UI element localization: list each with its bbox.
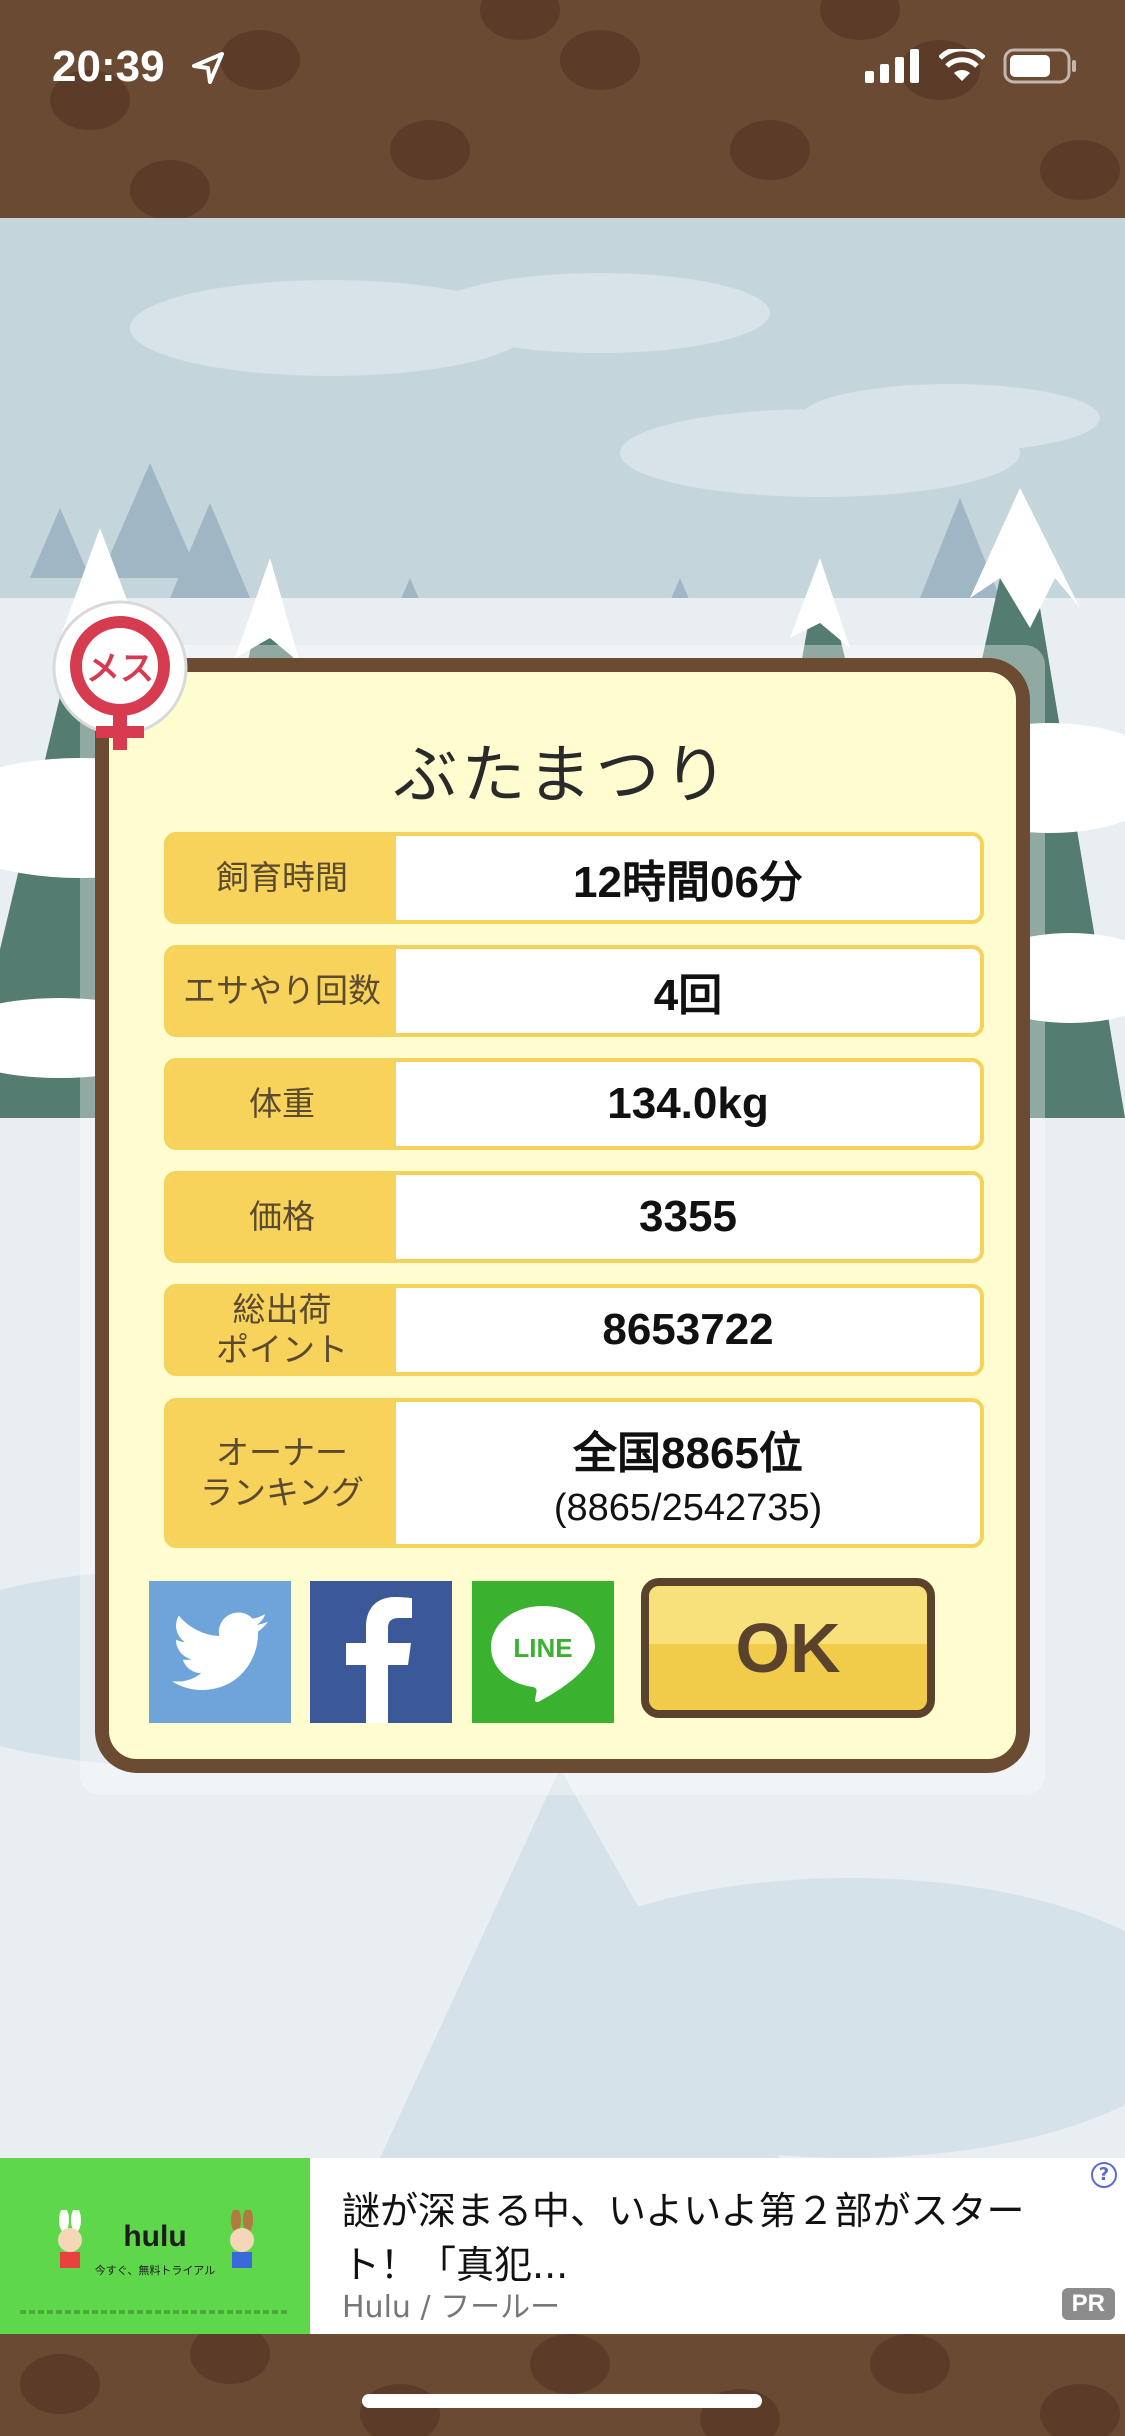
ad-headline[interactable]: 謎が深まる中、いよいよ第２部がスタート！「真犯...: [342, 2184, 1042, 2292]
stat-label: エサやり回数: [168, 949, 396, 1033]
twitter-share-button[interactable]: [149, 1581, 291, 1723]
battery-icon: [1003, 48, 1076, 84]
gender-label: メス: [86, 649, 154, 689]
stat-value: 全国8865位 (8865/2542735): [553, 1428, 823, 1529]
status-bar: 20:39: [0, 0, 1125, 218]
stat-label: オーナー ランキング: [168, 1402, 396, 1544]
line-logo-text: LINE: [513, 1633, 572, 1663]
stat-value: 12時間06分: [573, 858, 803, 907]
location-arrow-icon: [192, 52, 224, 84]
stat-value: 4回: [653, 971, 723, 1020]
dialog-title: ぶたまつり: [393, 739, 732, 813]
stat-label: 価格: [168, 1175, 396, 1259]
ranking-detail: (8865/2542735): [553, 1486, 823, 1529]
stat-row-feeding-time: 飼育時間 12時間06分: [164, 832, 984, 924]
cellular-signal-icon: [865, 49, 919, 83]
line-icon: LINE: [491, 1606, 595, 1703]
stat-value: 3355: [639, 1192, 737, 1241]
stat-row-shipping-points: 総出荷 ポイント 8653722: [164, 1284, 984, 1376]
twitter-icon: [172, 1612, 268, 1690]
line-share-button[interactable]: LINE: [472, 1581, 614, 1723]
background-pattern: [50, 0, 1120, 218]
stat-label: 体重: [168, 1062, 396, 1146]
ad-pr-badge: PR: [1061, 2288, 1115, 2320]
bottom-bar: [0, 2334, 1125, 2436]
stat-row-owner-ranking: オーナー ランキング 全国8865位 (8865/2542735): [164, 1398, 984, 1548]
facebook-share-button[interactable]: [310, 1581, 452, 1723]
status-icons: [865, 48, 1077, 84]
background-pattern: [20, 2334, 1120, 2436]
ad-brand-logo: hulu: [123, 2220, 187, 2253]
stat-label: 飼育時間: [168, 836, 396, 920]
ok-button[interactable]: OK: [641, 1578, 935, 1718]
facebook-icon: [346, 1597, 412, 1723]
stat-row-feed-count: エサやり回数 4回: [164, 945, 984, 1037]
ad-tagline: 今すぐ、無料トライアル: [94, 2264, 216, 2277]
ad-banner[interactable]: hulu 今すぐ、無料トライアル 謎が深まる中、いよいよ第２部がスタート！「真犯…: [0, 2158, 1125, 2334]
stat-value: 134.0kg: [607, 1079, 769, 1128]
result-dialog: ぶたまつり 飼育時間 12時間06分 エサやり回数 4回 体重 134.0kg …: [95, 658, 1030, 1773]
ad-fine-print: [20, 2310, 290, 2314]
wifi-icon: [939, 49, 985, 81]
ad-image[interactable]: hulu 今すぐ、無料トライアル: [0, 2158, 310, 2334]
stat-row-weight: 体重 134.0kg: [164, 1058, 984, 1150]
home-indicator[interactable]: [362, 2394, 762, 2408]
stat-value: 8653722: [602, 1305, 774, 1354]
status-time: 20:39: [52, 42, 165, 91]
ad-info-icon[interactable]: ?: [1091, 2162, 1117, 2188]
ok-button-label: OK: [735, 1609, 841, 1687]
female-gender-badge: メス: [52, 600, 188, 750]
stat-label: 総出荷 ポイント: [168, 1288, 396, 1372]
stat-row-price: 価格 3355: [164, 1171, 984, 1263]
ad-source: Hulu / フールー: [342, 2290, 561, 2325]
